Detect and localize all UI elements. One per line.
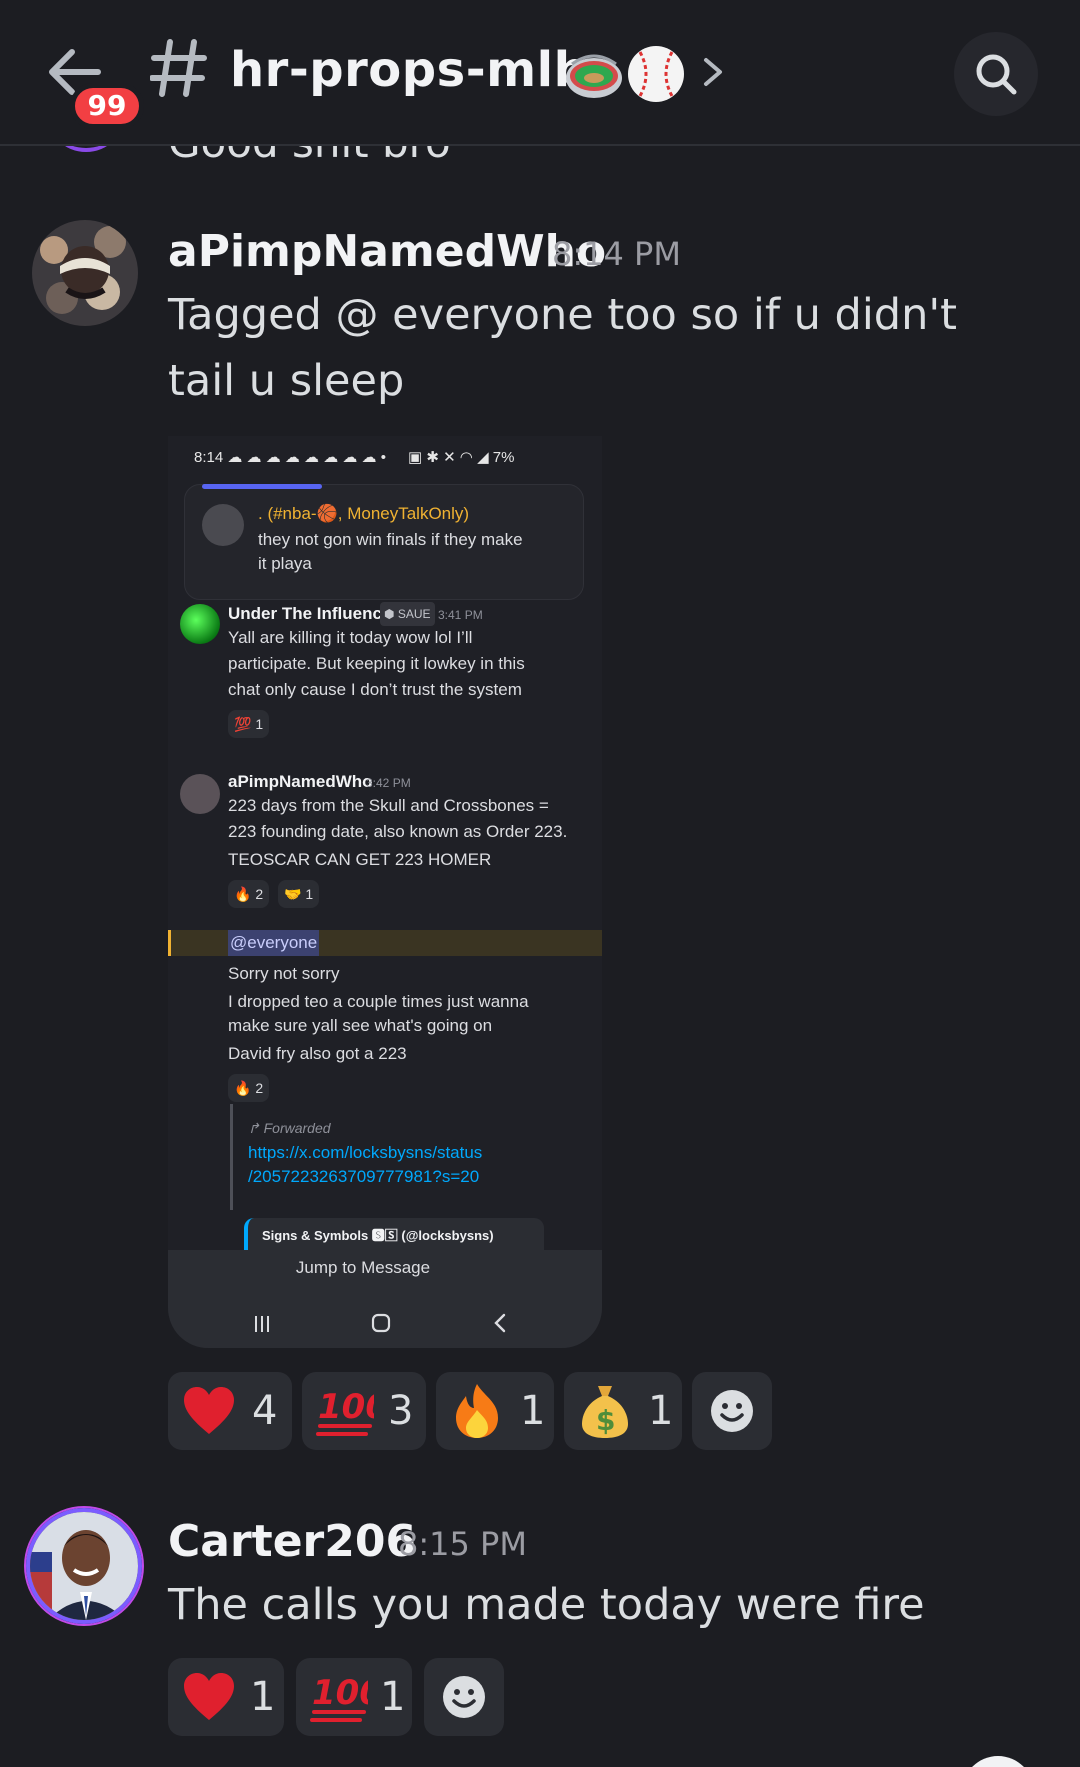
avatar[interactable] (26, 1508, 142, 1624)
stadium-icon (566, 54, 622, 98)
reaction-chip: 🔥 2 (228, 880, 270, 908)
divider (202, 484, 322, 489)
hash-icon (150, 39, 207, 97)
add-reaction-button[interactable] (692, 1372, 772, 1450)
forward-quote-bar (230, 1104, 233, 1210)
reaction-chip: 🤝 1 (278, 880, 320, 908)
back-nav-icon (494, 1313, 506, 1333)
reaction-hundred[interactable]: 100 1 (296, 1658, 412, 1736)
reaction-chip: 💯 1 (228, 710, 270, 738)
reaction-hundred[interactable]: 100 3 (302, 1372, 426, 1450)
message-text: Sorry not sorry (228, 964, 340, 983)
heart-icon (184, 1387, 234, 1434)
fire-icon (456, 1384, 498, 1438)
avatar (180, 604, 220, 644)
message-author: aPimpNamedWho (228, 772, 373, 791)
chevron-right-icon[interactable] (700, 56, 726, 88)
reaction-count: 3 (388, 1388, 414, 1434)
message-text: David fry also got a 223 (228, 1044, 407, 1063)
jump-to-message: Jump to Message (295, 1258, 431, 1277)
message-author: Under The Influence (228, 604, 392, 623)
unread-count-badge: 99 (70, 83, 144, 129)
svg-text:100: 100 (312, 1673, 368, 1713)
recent-apps-icon (255, 1316, 269, 1332)
role-tag: ⬢ SAUE (380, 602, 435, 626)
avatar (202, 504, 244, 546)
status-time: 8:14 ☁ ☁ ☁ ☁ ☁ ☁ ☁ ☁ • (194, 449, 386, 466)
reaction-heart[interactable]: 1 (168, 1658, 284, 1736)
hundred-icon: 100 (316, 1387, 374, 1436)
scroll-to-bottom-button[interactable] (962, 1756, 1034, 1767)
money-bag-icon: $ (582, 1386, 628, 1438)
message-text: make sure yall see what's going on (228, 1016, 493, 1035)
smiley-icon (711, 1390, 753, 1432)
message-text: participate. But keeping it lowkey in th… (228, 654, 525, 673)
search-button[interactable] (954, 32, 1038, 116)
message-timestamp: 3:41 PM (438, 608, 483, 622)
message-text: The calls you made today were fire (168, 1580, 925, 1630)
reply-text: it playa (258, 554, 312, 573)
message-author[interactable]: aPimpNamedWho (168, 224, 606, 280)
message-text: Yall are killing it today wow lol I’ll (228, 628, 473, 647)
reaction-fire[interactable]: 1 (436, 1372, 554, 1450)
svg-text:$: $ (596, 1404, 615, 1437)
everyone-mention: @everyone (228, 930, 320, 956)
message-text: 223 days from the Skull and Crossbones = (228, 796, 549, 815)
avatar[interactable] (32, 220, 138, 326)
attached-screenshot[interactable]: 8:14 ☁ ☁ ☁ ☁ ☁ ☁ ☁ ☁ • ▣ ✱ ✕ ◠ ◢ 7% . (#… (168, 436, 602, 1348)
embed-title: Signs & Symbols 🆂🅂 (@locksbysns) (262, 1228, 494, 1243)
forwarded-label: ↱ Forwarded (248, 1120, 331, 1136)
avatar (180, 774, 220, 814)
reaction-count: 1 (520, 1388, 546, 1434)
reaction-chip: 🔥 2 (228, 1074, 270, 1102)
baseball-icon (628, 46, 684, 102)
message-timestamp: 3:42 PM (366, 776, 411, 790)
reaction-count: 1 (380, 1674, 406, 1720)
smiley-icon (443, 1676, 485, 1718)
search-icon (976, 54, 1017, 95)
reaction-money-bag[interactable]: $ 1 (564, 1372, 682, 1450)
reply-text: they not gon win finals if they make (258, 530, 523, 549)
heart-icon (184, 1673, 234, 1720)
channel-header: 99 hr-props-mlb- (0, 0, 1080, 146)
reaction-count: 4 (252, 1388, 278, 1434)
home-icon (371, 1313, 391, 1333)
message-text: 223 founding date, also known as Order 2… (228, 822, 568, 841)
add-reaction-button[interactable] (424, 1658, 504, 1736)
reply-context: . (#nba-🏀, MoneyTalkOnly) (258, 504, 470, 523)
message-text: chat only cause I don’t trust the system (228, 680, 522, 699)
reaction-count: 1 (250, 1674, 276, 1720)
status-icons: ▣ ✱ ✕ ◠ ◢ 7% (408, 449, 515, 466)
hundred-icon: 100 (310, 1673, 368, 1722)
message-author[interactable]: Carter206 (168, 1514, 416, 1570)
channel-title[interactable]: hr-props-mlb- (230, 40, 609, 100)
forward-link: /2057223263709777981?s=20 (248, 1167, 480, 1186)
forward-link: https://x.com/locksbysns/status (248, 1143, 483, 1162)
message-text: Tagged @ everyone too so if u didn't tai… (168, 290, 958, 406)
message-timestamp: 8:14 PM (552, 235, 681, 273)
reaction-count: 1 (648, 1388, 674, 1434)
svg-text:100: 100 (318, 1387, 374, 1427)
message-timestamp: 8:15 PM (398, 1525, 527, 1563)
message-text: TEOSCAR CAN GET 223 HOMER (228, 850, 492, 869)
message-text: I dropped teo a couple times just wanna (228, 992, 529, 1011)
reaction-heart[interactable]: 4 (168, 1372, 292, 1450)
